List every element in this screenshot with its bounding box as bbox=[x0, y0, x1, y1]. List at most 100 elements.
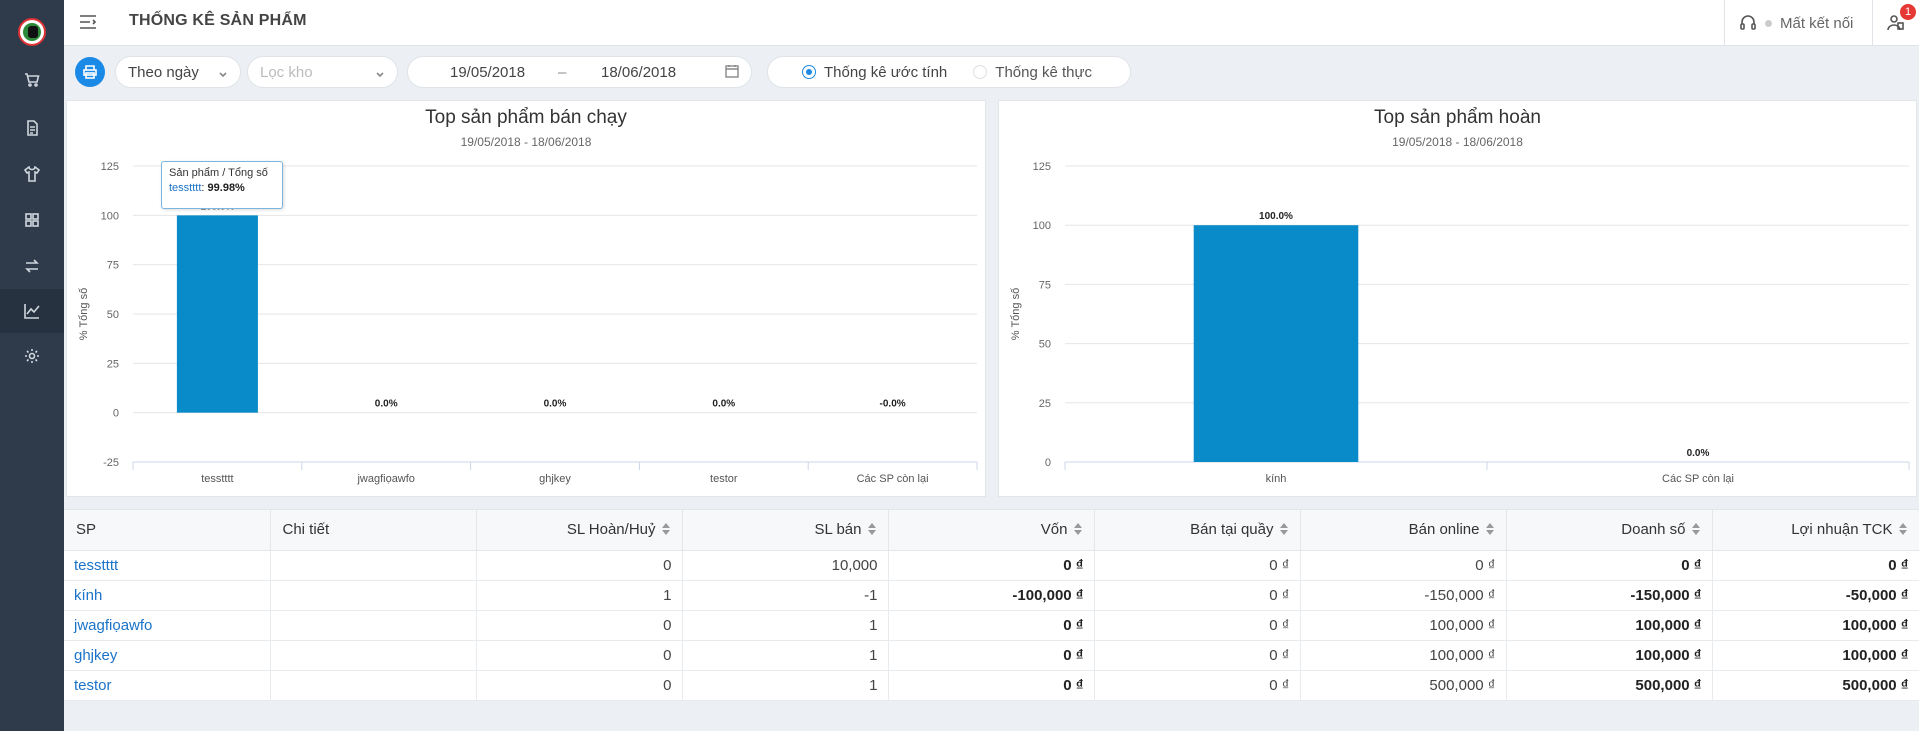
table-cell: 0 ₫ bbox=[1712, 550, 1919, 581]
radio-actual-label: Thống kê thực bbox=[995, 63, 1093, 81]
column-header[interactable]: SL bán bbox=[682, 510, 889, 551]
tooltip-value: 99.98% bbox=[207, 182, 245, 194]
date-from[interactable]: 19/05/2018 bbox=[450, 64, 525, 81]
table-cell: -150,000 ₫ bbox=[1506, 580, 1713, 611]
menu-toggle-button[interactable] bbox=[78, 12, 98, 32]
column-header: SP bbox=[64, 510, 271, 551]
bar bbox=[1193, 225, 1359, 462]
connection-status-label: Mất kết nối bbox=[1780, 14, 1854, 32]
product-link[interactable]: jwagfiọawfo bbox=[64, 610, 271, 641]
column-header-label: Vốn bbox=[1040, 521, 1068, 539]
page-title: THỐNG KÊ SẢN PHẨM bbox=[129, 12, 307, 29]
x-tick-label: tesstttt bbox=[201, 473, 233, 485]
column-header-label: SL bán bbox=[814, 521, 862, 539]
sort-icon bbox=[867, 522, 876, 536]
table-cell: 100,000 ₫ bbox=[1300, 610, 1507, 641]
column-header[interactable]: Vốn bbox=[888, 510, 1095, 551]
app-logo[interactable] bbox=[18, 18, 46, 46]
data-label: 0.0% bbox=[1687, 448, 1710, 459]
warehouse-select[interactable]: Lọc kho bbox=[247, 56, 398, 88]
table-cell: 0 bbox=[476, 550, 683, 581]
table-row: testor 0 1 0 ₫ 0 ₫ 500,000 ₫ 500,000 ₫ 500,000 … bbox=[64, 670, 1919, 701]
sidebar-item-settings[interactable] bbox=[0, 334, 64, 378]
user-menu-button[interactable]: 1 bbox=[1872, 0, 1919, 46]
sidebar-item-documents[interactable] bbox=[0, 106, 64, 150]
y-tick-label: 0 bbox=[113, 408, 119, 420]
column-header: Chi tiết bbox=[270, 510, 477, 551]
radio-estimate-label: Thống kê ước tính bbox=[824, 63, 948, 81]
column-header-label: Lợi nhuận TCK bbox=[1791, 521, 1893, 539]
gear-icon bbox=[25, 349, 39, 363]
table-cell: 0 ₫ bbox=[1094, 580, 1301, 611]
transfer-icon bbox=[25, 259, 39, 273]
radio-estimate[interactable]: Thống kê ước tính bbox=[802, 64, 947, 81]
product-link[interactable]: testor bbox=[64, 670, 271, 701]
product-link[interactable]: ghjkey bbox=[64, 640, 271, 671]
period-select[interactable]: Theo ngày bbox=[115, 56, 241, 88]
table-cell: 0 ₫ bbox=[888, 550, 1095, 581]
y-tick-label: 100 bbox=[1033, 220, 1051, 232]
column-header[interactable]: SL Hoàn/Huỷ bbox=[476, 510, 683, 551]
sidebar-item-transfer[interactable] bbox=[0, 244, 64, 288]
x-tick-label: Các SP còn lại bbox=[857, 473, 929, 485]
table-cell bbox=[270, 610, 477, 641]
table-cell: 1 bbox=[682, 610, 889, 641]
data-label: 0.0% bbox=[712, 399, 735, 410]
chart-panel-top-returned: Top sản phẩm hoàn 19/05/2018 - 18/06/201… bbox=[998, 100, 1917, 497]
sidebar-item-inventory[interactable] bbox=[0, 198, 64, 242]
y-axis-label: % Tổng số bbox=[1010, 288, 1022, 340]
y-tick-label: 0 bbox=[1045, 457, 1051, 469]
x-tick-label: ghjkey bbox=[539, 473, 571, 485]
radio-actual[interactable]: Thống kê thực bbox=[973, 64, 1092, 81]
table-row: tesstttt 0 10,000 0 ₫ 0 ₫ 0 ₫ 0 ₫ 0 ₫ bbox=[64, 550, 1919, 581]
table-cell: 0 ₫ bbox=[1094, 640, 1301, 671]
calendar-icon bbox=[725, 65, 739, 78]
column-header-label: Bán online bbox=[1408, 521, 1480, 539]
date-separator: – bbox=[558, 64, 567, 81]
sort-icon bbox=[1898, 522, 1907, 536]
product-link[interactable]: tesstttt bbox=[64, 550, 271, 581]
table-cell: 0 ₫ bbox=[888, 640, 1095, 671]
y-tick-label: 100 bbox=[101, 210, 119, 222]
table-cell: 100,000 ₫ bbox=[1506, 610, 1713, 641]
sort-icon bbox=[1485, 522, 1494, 536]
table-cell: 1 bbox=[476, 580, 683, 611]
date-range-picker[interactable]: 19/05/2018 – 18/06/2018 bbox=[407, 56, 752, 88]
product-link[interactable]: kính bbox=[64, 580, 271, 611]
y-tick-label: 125 bbox=[1033, 161, 1051, 173]
x-tick-label: Các SP còn lại bbox=[1662, 473, 1734, 485]
sidebar-item-products[interactable] bbox=[0, 152, 64, 196]
date-to[interactable]: 18/06/2018 bbox=[601, 64, 676, 81]
status-dot bbox=[1765, 19, 1772, 27]
print-button[interactable] bbox=[75, 57, 105, 87]
table-cell: 1 bbox=[682, 670, 889, 701]
table-cell: 0 ₫ bbox=[888, 610, 1095, 641]
sidebar-item-reports[interactable] bbox=[0, 289, 64, 333]
sidebar-item-orders[interactable] bbox=[0, 58, 64, 102]
x-tick-label: jwagfiọawfo bbox=[356, 473, 414, 485]
table-cell: 0 ₫ bbox=[1094, 550, 1301, 581]
connection-status[interactable]: Mất kết nối bbox=[1724, 0, 1872, 46]
column-header[interactable]: Doanh số bbox=[1506, 510, 1713, 551]
product-stats-table: SP Chi tiết SL Hoàn/Huỷ SL bán Vốn Bán tại qu… bbox=[64, 509, 1919, 701]
shirt-icon bbox=[24, 166, 40, 182]
column-header[interactable]: Lợi nhuận TCK bbox=[1712, 510, 1919, 551]
chart-top-returned: 125 100 75 50 25 0 % Tổng số 100.0% kính 0.0% Các … bbox=[1010, 161, 1910, 485]
column-header[interactable]: Bán online bbox=[1300, 510, 1507, 551]
document-icon bbox=[27, 120, 38, 136]
table-row: kính 1 -1 -100,000 ₫ 0 ₫ -150,000 ₫ -150,000 ₫… bbox=[64, 580, 1919, 611]
column-header-label: Bán tại quầy bbox=[1190, 521, 1274, 539]
table-cell bbox=[270, 580, 477, 611]
table-cell: 0 ₫ bbox=[888, 670, 1095, 701]
x-tick-label: testor bbox=[710, 473, 738, 485]
chevron-down-icon bbox=[219, 72, 227, 78]
y-tick-label: 25 bbox=[107, 358, 119, 370]
chart-icon bbox=[24, 304, 40, 319]
table-cell: 0 bbox=[476, 640, 683, 671]
table-cell: 0 bbox=[476, 670, 683, 701]
column-header-label: Chi tiết bbox=[282, 521, 330, 539]
menu-icon bbox=[80, 15, 97, 29]
column-header[interactable]: Bán tại quầy bbox=[1094, 510, 1301, 551]
column-header-label: SP bbox=[76, 521, 97, 539]
sort-icon bbox=[1691, 522, 1700, 536]
